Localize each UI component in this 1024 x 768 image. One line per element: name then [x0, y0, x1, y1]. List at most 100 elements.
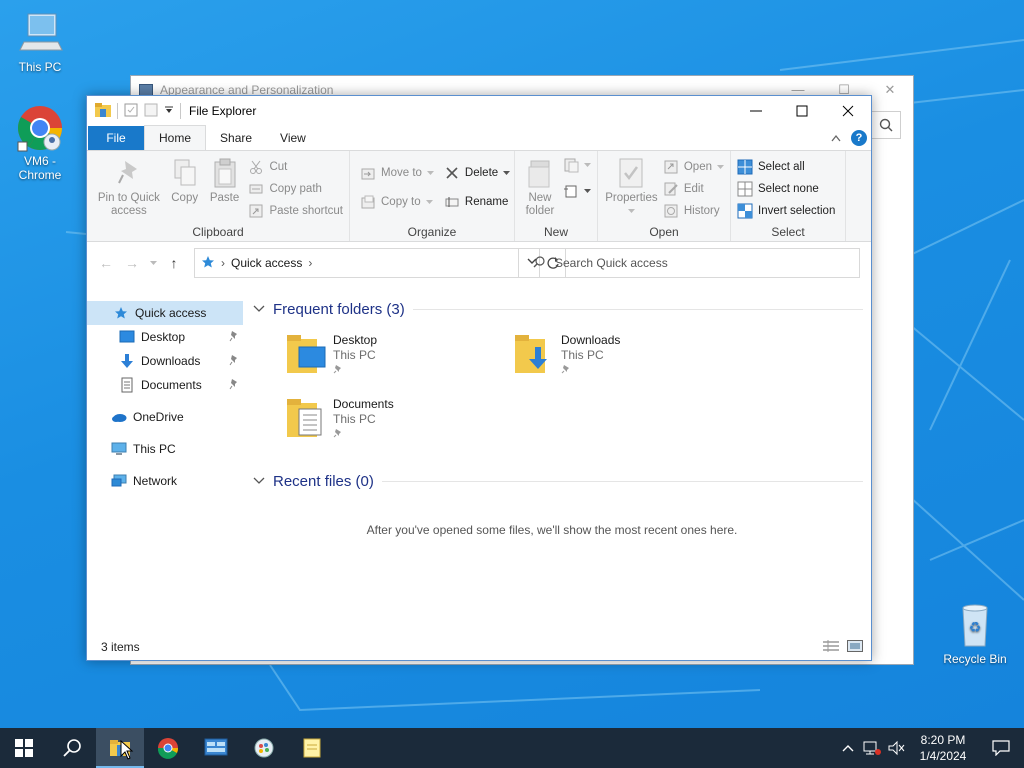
- new-group: New folder New: [515, 151, 598, 241]
- nav-item-this-pc[interactable]: This PC: [87, 437, 243, 461]
- organize-group-label: Organize: [407, 225, 457, 239]
- action-center-button[interactable]: [978, 740, 1024, 756]
- tab-home[interactable]: Home: [144, 125, 207, 150]
- nav-item-desktop[interactable]: Desktop: [87, 325, 243, 349]
- nav-item-onedrive[interactable]: OneDrive: [87, 405, 243, 429]
- desktop-icon-this-pc[interactable]: This PC: [2, 10, 78, 74]
- mouse-cursor-icon: [120, 740, 134, 760]
- cut-button[interactable]: Cut: [246, 157, 345, 177]
- folder-tile-documents[interactable]: Documents This PC: [285, 393, 513, 441]
- minimize-button[interactable]: [733, 96, 779, 126]
- desktop-icon-vm6-chrome[interactable]: VM6 - Chrome: [2, 104, 78, 182]
- properties-qat-icon[interactable]: [124, 103, 138, 120]
- rename-label: Rename: [464, 196, 509, 208]
- pin-icon: [333, 427, 394, 441]
- copy-path-button[interactable]: Copy path: [246, 179, 345, 199]
- move-to-label: Move to: [381, 167, 422, 179]
- new-group-label: New: [543, 225, 568, 239]
- large-icons-view-icon[interactable]: [847, 640, 863, 655]
- forward-button[interactable]: →: [121, 252, 143, 274]
- copy-button[interactable]: Copy: [167, 155, 203, 225]
- details-view-icon[interactable]: [823, 640, 839, 655]
- pin-icon: [113, 157, 145, 189]
- address-field[interactable]: › Quick access ›: [194, 248, 566, 278]
- invert-selection-button[interactable]: Invert selection: [735, 201, 837, 221]
- close-icon[interactable]: ✕: [867, 76, 913, 104]
- select-all-button[interactable]: Select all: [735, 157, 837, 177]
- history-button[interactable]: History: [661, 201, 726, 221]
- folder-tile-downloads[interactable]: Downloads This PC: [513, 329, 741, 377]
- network-status-icon[interactable]: [860, 740, 884, 756]
- taskbar-control-panel[interactable]: [192, 728, 240, 768]
- select-none-button[interactable]: Select none: [735, 179, 837, 199]
- paste-button[interactable]: Paste: [203, 155, 247, 225]
- new-folder-button[interactable]: New folder: [519, 155, 561, 225]
- move-to-button[interactable]: Move to: [358, 163, 436, 183]
- folder-tile-desktop[interactable]: Desktop This PC: [285, 329, 513, 377]
- quick-access-toolbar: [95, 102, 181, 120]
- chevron-down-icon: [627, 205, 635, 218]
- show-hidden-icons-button[interactable]: [836, 744, 860, 752]
- copy-to-button[interactable]: Copy to: [358, 192, 436, 212]
- back-button[interactable]: ←: [95, 252, 117, 274]
- nav-item-downloads[interactable]: Downloads: [87, 349, 243, 373]
- chevron-down-icon[interactable]: [164, 104, 174, 118]
- properties-button[interactable]: Properties: [602, 155, 661, 225]
- nav-item-documents[interactable]: Documents: [87, 373, 243, 397]
- desktop-folder-icon: [285, 329, 327, 377]
- pin-icon[interactable]: [229, 378, 239, 393]
- new-folder-qat-icon[interactable]: [144, 103, 158, 120]
- maximize-button[interactable]: [779, 96, 825, 126]
- volume-muted-icon[interactable]: [884, 740, 908, 756]
- pin-icon[interactable]: [229, 330, 239, 345]
- content-area: Quick access Desktop Downloads Documents…: [87, 300, 871, 634]
- search-icon[interactable]: [871, 111, 901, 139]
- divider: [381, 480, 863, 482]
- pin-icon[interactable]: [229, 354, 239, 369]
- chevron-right-icon: ›: [221, 256, 225, 270]
- folder-name: Documents: [333, 397, 394, 411]
- close-button[interactable]: [825, 96, 871, 126]
- start-button[interactable]: [0, 728, 48, 768]
- up-button[interactable]: ↑: [163, 252, 185, 274]
- copy-icon: [169, 157, 201, 189]
- personalization-icon: [254, 738, 274, 758]
- tab-share[interactable]: Share: [206, 126, 266, 150]
- taskbar-chrome[interactable]: [144, 728, 192, 768]
- chevron-down-icon: [253, 305, 267, 313]
- chevron-up-icon[interactable]: [831, 131, 841, 145]
- delete-button[interactable]: Delete: [442, 163, 512, 183]
- taskbar-settings-app[interactable]: [240, 728, 288, 768]
- desktop-icon-recycle-bin[interactable]: ♻ Recycle Bin: [937, 602, 1013, 666]
- easy-access-button[interactable]: [561, 181, 593, 201]
- paste-shortcut-button[interactable]: Paste shortcut: [246, 201, 345, 221]
- control-panel-icon: [204, 738, 228, 756]
- taskbar-notepad[interactable]: [288, 728, 336, 768]
- search-button[interactable]: [48, 728, 96, 768]
- new-item-button[interactable]: [561, 155, 593, 175]
- search-icon: [533, 255, 545, 271]
- rename-button[interactable]: Rename: [442, 192, 512, 212]
- file-explorer-window[interactable]: File Explorer File Home Share View ? Pin…: [86, 95, 872, 661]
- recent-files-header[interactable]: Recent files (0): [253, 469, 871, 493]
- properties-icon: [615, 157, 647, 189]
- open-button[interactable]: Open: [661, 157, 726, 177]
- star-icon: [201, 255, 215, 272]
- search-field[interactable]: Search Quick access: [518, 248, 860, 278]
- documents-folder-icon: [285, 393, 327, 441]
- recent-locations-button[interactable]: [147, 252, 159, 274]
- titlebar: File Explorer: [87, 96, 871, 126]
- nav-item-quick-access[interactable]: Quick access: [87, 301, 243, 325]
- pin-to-quick-access-button[interactable]: Pin to Quick access: [91, 155, 167, 225]
- nav-item-network[interactable]: Network: [87, 469, 243, 493]
- clock[interactable]: 8:20 PM 1/4/2024: [908, 732, 978, 764]
- tab-view[interactable]: View: [266, 126, 320, 150]
- frequent-folders-header[interactable]: Frequent folders (3): [253, 297, 871, 321]
- help-icon[interactable]: ?: [851, 130, 867, 146]
- properties-label: Properties: [605, 192, 658, 204]
- new-folder-label-line2: folder: [525, 205, 555, 217]
- edit-button[interactable]: Edit: [661, 179, 726, 199]
- chevron-down-icon: [253, 477, 267, 485]
- tab-file[interactable]: File: [88, 126, 144, 150]
- nav-label: Documents: [141, 378, 202, 392]
